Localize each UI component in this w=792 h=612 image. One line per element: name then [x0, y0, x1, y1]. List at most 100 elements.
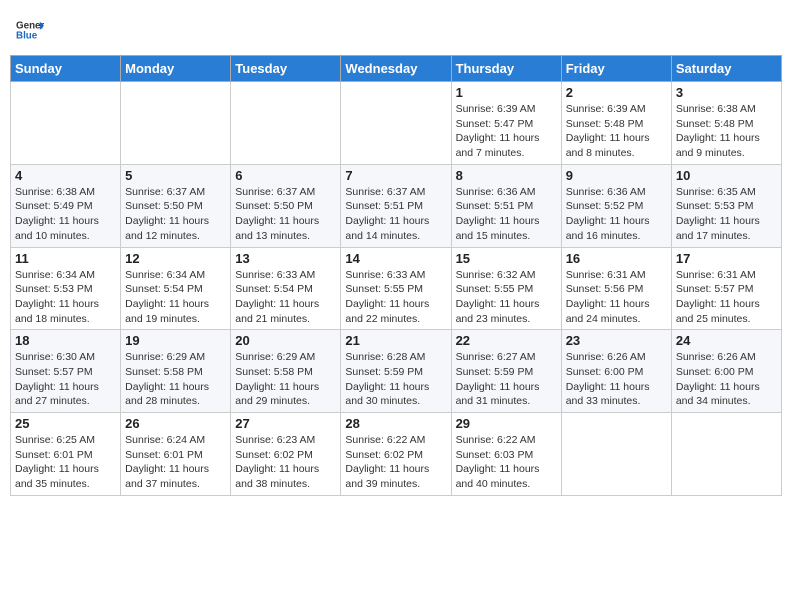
- day-info: Sunrise: 6:34 AM Sunset: 5:53 PM Dayligh…: [15, 268, 116, 327]
- day-info: Sunrise: 6:37 AM Sunset: 5:51 PM Dayligh…: [345, 185, 446, 244]
- day-number: 26: [125, 416, 226, 431]
- calendar-cell: 1 Sunrise: 6:39 AM Sunset: 5:47 PM Daylig…: [451, 82, 561, 165]
- day-info: Sunrise: 6:25 AM Sunset: 6:01 PM Dayligh…: [15, 433, 116, 492]
- calendar-cell: 18Sunrise: 6:30 AM Sunset: 5:57 PM Dayli…: [11, 330, 121, 413]
- day-number: 25: [15, 416, 116, 431]
- calendar-cell: 19 Sunrise: 6:29 AM Sunset: 5:58 PM Dayli…: [121, 330, 231, 413]
- logo: General Blue: [14, 16, 44, 49]
- calendar-cell: 28 Sunrise: 6:22 AM Sunset: 6:02 PM Dayli…: [341, 413, 451, 496]
- day-number: 11: [15, 251, 116, 266]
- calendar-cell: 20 Sunrise: 6:29 AM Sunset: 5:58 PM Dayli…: [231, 330, 341, 413]
- calendar-cell: 21Sunrise: 6:28 AM Sunset: 5:59 PM Dayli…: [341, 330, 451, 413]
- day-number: 28: [345, 416, 446, 431]
- day-number: 13: [235, 251, 336, 266]
- day-number: 24: [676, 333, 777, 348]
- day-info: Sunrise: 6:38 AM Sunset: 5:49 PM Dayligh…: [15, 185, 116, 244]
- day-info: Sunrise: 6:22 AM Sunset: 6:03 PM Dayligh…: [456, 433, 557, 492]
- calendar-cell: [341, 82, 451, 165]
- weekday-thursday: Thursday: [451, 56, 561, 82]
- calendar-table: SundayMondayTuesdayWednesdayThursdayFrid…: [10, 55, 782, 496]
- day-number: 2: [566, 85, 667, 100]
- day-info: Sunrise: 6:29 AM Sunset: 5:58 PM Dayligh…: [125, 350, 226, 409]
- week-row-1: 4 Sunrise: 6:38 AM Sunset: 5:49 PM Daylig…: [11, 164, 782, 247]
- calendar-cell: 26 Sunrise: 6:24 AM Sunset: 6:01 PM Dayli…: [121, 413, 231, 496]
- calendar-cell: 23 Sunrise: 6:26 AM Sunset: 6:00 PM Dayli…: [561, 330, 671, 413]
- day-number: 20: [235, 333, 336, 348]
- calendar-cell: [671, 413, 781, 496]
- day-number: 9: [566, 168, 667, 183]
- calendar-cell: 13Sunrise: 6:33 AM Sunset: 5:54 PM Dayli…: [231, 247, 341, 330]
- day-number: 17: [676, 251, 777, 266]
- day-info: Sunrise: 6:31 AM Sunset: 5:56 PM Dayligh…: [566, 268, 667, 327]
- calendar-cell: [11, 82, 121, 165]
- day-number: 1: [456, 85, 557, 100]
- day-number: 15: [456, 251, 557, 266]
- calendar-cell: 2 Sunrise: 6:39 AM Sunset: 5:48 PM Daylig…: [561, 82, 671, 165]
- weekday-wednesday: Wednesday: [341, 56, 451, 82]
- calendar-cell: 24 Sunrise: 6:26 AM Sunset: 6:00 PM Dayli…: [671, 330, 781, 413]
- day-number: 4: [15, 168, 116, 183]
- calendar-cell: 14Sunrise: 6:33 AM Sunset: 5:55 PM Dayli…: [341, 247, 451, 330]
- day-number: 5: [125, 168, 226, 183]
- day-info: Sunrise: 6:34 AM Sunset: 5:54 PM Dayligh…: [125, 268, 226, 327]
- day-number: 23: [566, 333, 667, 348]
- day-info: Sunrise: 6:28 AM Sunset: 5:59 PM Dayligh…: [345, 350, 446, 409]
- week-row-2: 11 Sunrise: 6:34 AM Sunset: 5:53 PM Dayli…: [11, 247, 782, 330]
- calendar-cell: 15 Sunrise: 6:32 AM Sunset: 5:55 PM Dayli…: [451, 247, 561, 330]
- day-number: 29: [456, 416, 557, 431]
- calendar-cell: [561, 413, 671, 496]
- calendar-cell: 17Sunrise: 6:31 AM Sunset: 5:57 PM Dayli…: [671, 247, 781, 330]
- weekday-monday: Monday: [121, 56, 231, 82]
- day-info: Sunrise: 6:26 AM Sunset: 6:00 PM Dayligh…: [676, 350, 777, 409]
- weekday-header-row: SundayMondayTuesdayWednesdayThursdayFrid…: [11, 56, 782, 82]
- logo-icon: General Blue: [16, 16, 44, 44]
- day-number: 6: [235, 168, 336, 183]
- calendar-cell: 25 Sunrise: 6:25 AM Sunset: 6:01 PM Dayli…: [11, 413, 121, 496]
- day-number: 18: [15, 333, 116, 348]
- day-info: Sunrise: 6:29 AM Sunset: 5:58 PM Dayligh…: [235, 350, 336, 409]
- day-info: Sunrise: 6:36 AM Sunset: 5:52 PM Dayligh…: [566, 185, 667, 244]
- day-info: Sunrise: 6:33 AM Sunset: 5:55 PM Dayligh…: [345, 268, 446, 327]
- weekday-sunday: Sunday: [11, 56, 121, 82]
- calendar-cell: 12 Sunrise: 6:34 AM Sunset: 5:54 PM Dayli…: [121, 247, 231, 330]
- weekday-friday: Friday: [561, 56, 671, 82]
- day-info: Sunrise: 6:32 AM Sunset: 5:55 PM Dayligh…: [456, 268, 557, 327]
- calendar-cell: 5 Sunrise: 6:37 AM Sunset: 5:50 PM Daylig…: [121, 164, 231, 247]
- day-number: 16: [566, 251, 667, 266]
- day-info: Sunrise: 6:23 AM Sunset: 6:02 PM Dayligh…: [235, 433, 336, 492]
- day-info: Sunrise: 6:24 AM Sunset: 6:01 PM Dayligh…: [125, 433, 226, 492]
- header: General Blue: [10, 10, 782, 51]
- calendar-cell: 16 Sunrise: 6:31 AM Sunset: 5:56 PM Dayli…: [561, 247, 671, 330]
- day-number: 27: [235, 416, 336, 431]
- calendar-cell: 9 Sunrise: 6:36 AM Sunset: 5:52 PM Daylig…: [561, 164, 671, 247]
- calendar-cell: 4 Sunrise: 6:38 AM Sunset: 5:49 PM Daylig…: [11, 164, 121, 247]
- week-row-4: 25 Sunrise: 6:25 AM Sunset: 6:01 PM Dayli…: [11, 413, 782, 496]
- calendar-cell: 6Sunrise: 6:37 AM Sunset: 5:50 PM Daylig…: [231, 164, 341, 247]
- day-info: Sunrise: 6:35 AM Sunset: 5:53 PM Dayligh…: [676, 185, 777, 244]
- day-number: 19: [125, 333, 226, 348]
- day-number: 7: [345, 168, 446, 183]
- svg-text:Blue: Blue: [16, 30, 38, 41]
- day-number: 22: [456, 333, 557, 348]
- day-info: Sunrise: 6:37 AM Sunset: 5:50 PM Dayligh…: [125, 185, 226, 244]
- calendar-cell: 29 Sunrise: 6:22 AM Sunset: 6:03 PM Dayli…: [451, 413, 561, 496]
- day-info: Sunrise: 6:36 AM Sunset: 5:51 PM Dayligh…: [456, 185, 557, 244]
- calendar-cell: 10 Sunrise: 6:35 AM Sunset: 5:53 PM Dayli…: [671, 164, 781, 247]
- calendar-cell: 11 Sunrise: 6:34 AM Sunset: 5:53 PM Dayli…: [11, 247, 121, 330]
- day-number: 10: [676, 168, 777, 183]
- week-row-0: 1 Sunrise: 6:39 AM Sunset: 5:47 PM Daylig…: [11, 82, 782, 165]
- day-info: Sunrise: 6:39 AM Sunset: 5:47 PM Dayligh…: [456, 102, 557, 161]
- calendar-cell: [121, 82, 231, 165]
- day-info: Sunrise: 6:38 AM Sunset: 5:48 PM Dayligh…: [676, 102, 777, 161]
- weekday-tuesday: Tuesday: [231, 56, 341, 82]
- calendar-cell: 8Sunrise: 6:36 AM Sunset: 5:51 PM Daylig…: [451, 164, 561, 247]
- week-row-3: 18Sunrise: 6:30 AM Sunset: 5:57 PM Dayli…: [11, 330, 782, 413]
- day-number: 12: [125, 251, 226, 266]
- day-info: Sunrise: 6:27 AM Sunset: 5:59 PM Dayligh…: [456, 350, 557, 409]
- calendar-cell: 3 Sunrise: 6:38 AM Sunset: 5:48 PM Daylig…: [671, 82, 781, 165]
- day-info: Sunrise: 6:26 AM Sunset: 6:00 PM Dayligh…: [566, 350, 667, 409]
- day-info: Sunrise: 6:22 AM Sunset: 6:02 PM Dayligh…: [345, 433, 446, 492]
- day-number: 3: [676, 85, 777, 100]
- weekday-saturday: Saturday: [671, 56, 781, 82]
- day-info: Sunrise: 6:39 AM Sunset: 5:48 PM Dayligh…: [566, 102, 667, 161]
